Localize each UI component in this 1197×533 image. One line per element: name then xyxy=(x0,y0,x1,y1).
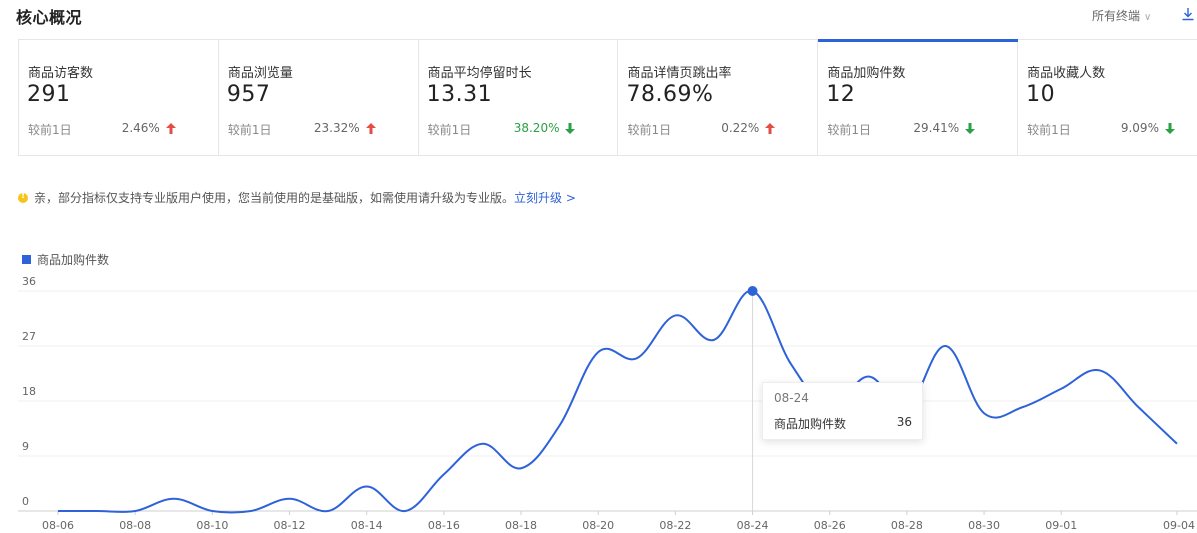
chart-tooltip: 08-24 商品加购件数 36 xyxy=(762,382,923,440)
metric-card-favorites[interactable]: 商品收藏人数 10 较前1日 9.09% xyxy=(1018,40,1197,155)
x-tick-label: 08-08 xyxy=(119,519,151,532)
x-tick-label: 08-12 xyxy=(274,519,306,532)
x-tick-label: 08-14 xyxy=(351,519,383,532)
metric-value: 12 xyxy=(826,82,856,107)
upgrade-link[interactable]: 立刻升级 > xyxy=(514,191,576,205)
metric-name: 商品浏览量 xyxy=(227,66,293,81)
metric-card-add-to-cart[interactable]: 商品加购件数 12 较前1日 29.41% xyxy=(818,39,1019,155)
line-chart: 0 9 18 27 36 08-06 08-08 08-10 08-12 08-14 08-16 0… xyxy=(18,275,1197,532)
metric-value: 13.31 xyxy=(426,82,493,107)
x-tick-label: 08-26 xyxy=(814,519,846,532)
metric-value: 78.69% xyxy=(626,82,714,107)
upgrade-notice: 亲，部分指标仅支持专业版用户使用，您当前使用的是基础版，如需使用请升级为专业版。… xyxy=(18,189,576,206)
metric-cards: 商品访客数 291 较前1日 2.46% 商品浏览量 957 较前1日 23.3… xyxy=(18,39,1197,156)
notice-text: 亲，部分指标仅支持专业版用户使用，您当前使用的是基础版，如需使用请升级为专业版。 xyxy=(34,191,515,205)
metric-name: 商品访客数 xyxy=(28,66,94,81)
y-tick-label: 36 xyxy=(22,275,36,288)
arrow-up-icon xyxy=(765,123,776,134)
metric-compare-label: 较前1日 xyxy=(227,123,272,137)
terminal-select-label: 所有终端 xyxy=(1092,9,1141,23)
metric-compare-label: 较前1日 xyxy=(427,123,472,137)
metric-compare-label: 较前1日 xyxy=(827,123,871,137)
arrow-down-icon xyxy=(965,123,976,134)
metric-compare-label: 较前1日 xyxy=(28,123,72,137)
arrow-up-icon xyxy=(165,123,176,134)
metric-name: 商品加购件数 xyxy=(827,66,906,81)
x-tick-label: 08-10 xyxy=(196,519,228,532)
x-tick-label: 08-20 xyxy=(582,519,614,532)
x-tick-label: 08-06 xyxy=(42,519,74,532)
metric-name: 商品平均停留时长 xyxy=(427,66,532,81)
metric-compare-label: 较前1日 xyxy=(627,123,672,137)
x-tick-label: 09-04 xyxy=(1163,519,1195,532)
series-line xyxy=(58,289,1178,514)
arrow-down-icon xyxy=(565,123,576,134)
x-tick-label: 08-18 xyxy=(505,519,537,532)
metric-name: 商品收藏人数 xyxy=(1027,66,1106,81)
metric-card-bounce-rate[interactable]: 商品详情页跳出率 78.69% 较前1日 0.22% xyxy=(618,40,819,155)
tooltip-value: 36 xyxy=(896,415,912,429)
hover-point xyxy=(747,286,758,296)
metric-value: 291 xyxy=(27,82,71,107)
arrow-down-icon xyxy=(1164,123,1175,134)
y-tick-label: 0 xyxy=(22,495,29,508)
metric-compare-label: 较前1日 xyxy=(1027,123,1071,137)
y-tick-label: 18 xyxy=(22,385,36,398)
legend-swatch xyxy=(22,255,31,264)
tooltip-date: 08-24 xyxy=(774,391,809,405)
metric-card-avg-stay[interactable]: 商品平均停留时长 13.31 较前1日 38.20% xyxy=(419,40,619,155)
y-tick-label: 27 xyxy=(22,330,36,343)
tooltip-label: 商品加购件数 xyxy=(774,417,847,431)
metric-change: 23.32% xyxy=(313,121,360,135)
metric-value: 957 xyxy=(226,82,271,107)
metric-name: 商品详情页跳出率 xyxy=(627,66,732,81)
arrow-up-icon xyxy=(365,123,376,134)
metric-change: 9.09% xyxy=(1120,121,1159,135)
warning-dot-icon xyxy=(18,191,28,203)
x-tick-label: 08-16 xyxy=(428,519,460,532)
metric-change: 0.22% xyxy=(721,121,760,135)
x-tick-label: 08-24 xyxy=(737,519,769,532)
terminal-select[interactable]: 所有终端 ∨ xyxy=(1092,7,1151,24)
page-title: 核心概况 xyxy=(16,8,83,27)
metric-change: 38.20% xyxy=(513,121,560,135)
header: 核心概况 所有终端 ∨ xyxy=(0,0,1197,32)
metric-card-pageviews[interactable]: 商品浏览量 957 较前1日 23.32% xyxy=(219,40,419,155)
download-icon[interactable] xyxy=(1180,6,1196,22)
x-tick-label: 08-22 xyxy=(659,519,691,532)
x-tick-label: 08-28 xyxy=(891,519,923,532)
metric-value: 10 xyxy=(1026,82,1056,107)
y-tick-label: 9 xyxy=(22,440,29,453)
metric-change: 29.41% xyxy=(913,121,960,135)
metric-card-visitors[interactable]: 商品访客数 291 较前1日 2.46% xyxy=(19,40,219,155)
x-tick-label: 09-01 xyxy=(1045,519,1077,532)
chevron-down-icon: ∨ xyxy=(1144,12,1152,23)
x-tick-label: 08-30 xyxy=(968,519,1000,532)
metric-change: 2.46% xyxy=(121,121,160,135)
